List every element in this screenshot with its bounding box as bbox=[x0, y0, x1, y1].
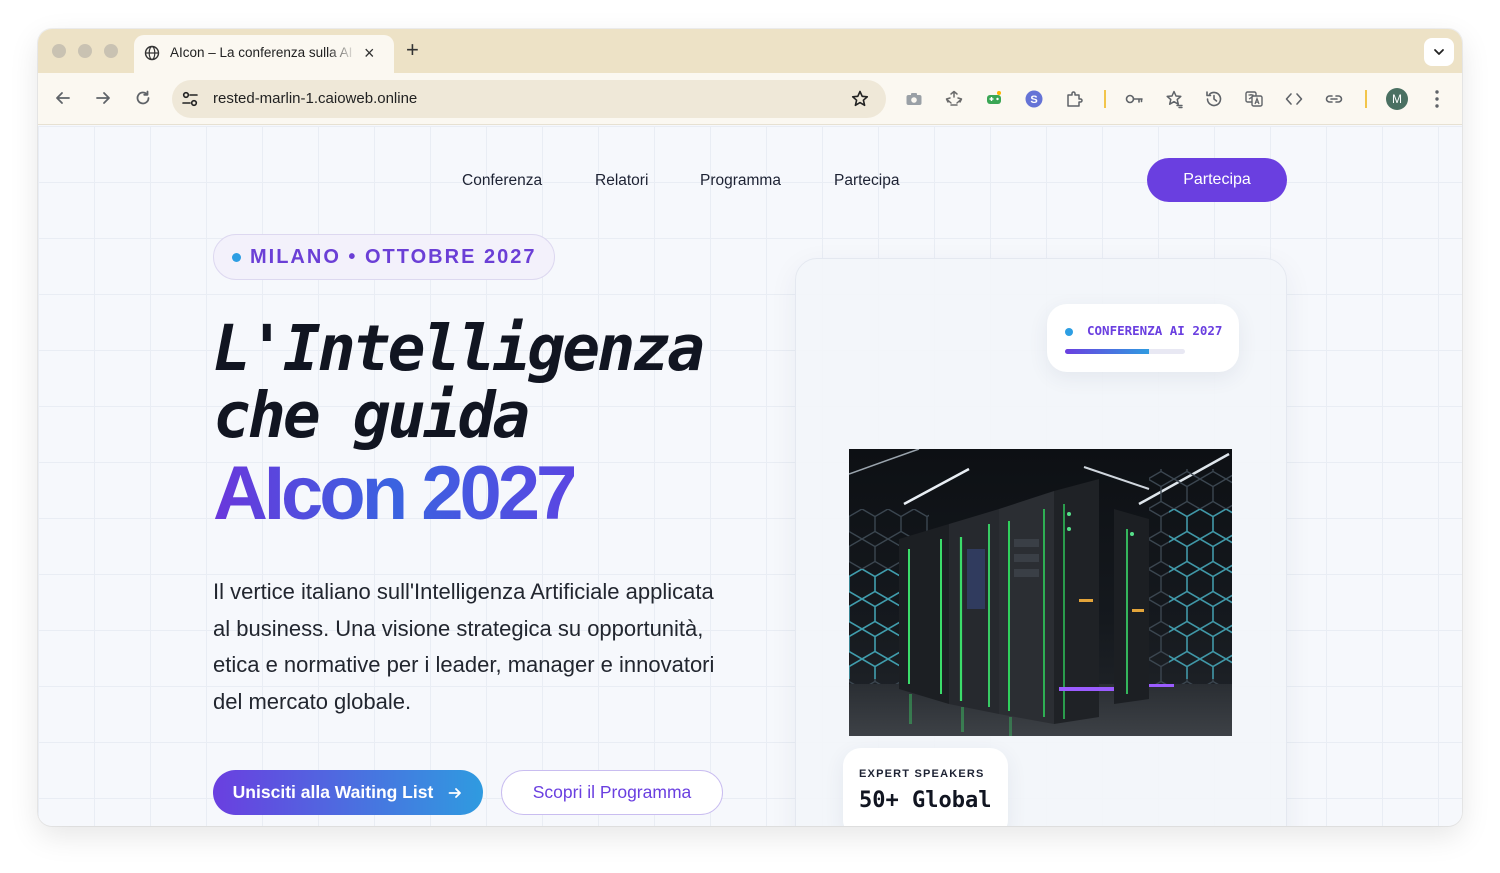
tab-title: AIcon – La conferenza sulla AI bbox=[170, 45, 353, 60]
tab-search-button[interactable] bbox=[1424, 38, 1454, 66]
translate-button[interactable] bbox=[1244, 89, 1264, 109]
s-badge-icon: S bbox=[1025, 90, 1043, 108]
event-location-date: MILANO • OTTOBRE 2027 bbox=[250, 245, 537, 268]
toolbar-separator bbox=[1104, 90, 1106, 108]
reading-list-button[interactable] bbox=[1164, 89, 1184, 109]
recycle-icon bbox=[945, 90, 963, 106]
browser-toolbar: rested-marlin-1.caioweb.online S M bbox=[38, 73, 1462, 125]
chip-progress-bar bbox=[1065, 349, 1185, 354]
site-settings-icon[interactable] bbox=[181, 90, 199, 108]
speakers-stat-card: EXPERT SPEAKERS 50+ Global bbox=[843, 748, 1008, 826]
globe-icon bbox=[144, 45, 160, 61]
nav-link-relatori[interactable]: Relatori bbox=[595, 172, 648, 190]
window-zoom-button[interactable] bbox=[104, 44, 118, 58]
chip-label: CONFERENZA AI 2027 bbox=[1087, 323, 1223, 338]
link-icon bbox=[1325, 95, 1343, 103]
bookmark-star-icon[interactable] bbox=[850, 89, 870, 109]
address-bar[interactable]: rested-marlin-1.caioweb.online bbox=[172, 80, 886, 118]
toolbar-separator bbox=[1365, 90, 1367, 108]
chip-dot bbox=[1065, 328, 1073, 336]
event-eyebrow-pill: MILANO • OTTOBRE 2027 bbox=[213, 234, 555, 280]
new-tab-button[interactable]: + bbox=[406, 38, 419, 62]
devtools-button[interactable] bbox=[1284, 89, 1304, 109]
forward-button[interactable] bbox=[92, 87, 114, 109]
recycle-extension-button[interactable] bbox=[944, 89, 964, 109]
hero-title-brand: AIcon 2027 bbox=[213, 451, 578, 536]
arrow-right-icon bbox=[448, 787, 462, 798]
nav-link-conferenza[interactable]: Conferenza bbox=[462, 172, 542, 190]
chip-progress-fill bbox=[1065, 349, 1149, 354]
s-badge-letter: S bbox=[1030, 94, 1037, 106]
history-icon bbox=[1206, 91, 1222, 107]
puzzle-icon bbox=[1067, 91, 1083, 107]
screenshot-extension-button[interactable] bbox=[904, 89, 924, 109]
browser-tab[interactable]: AIcon – La conferenza sulla AI × bbox=[134, 35, 394, 73]
reload-button[interactable] bbox=[132, 87, 154, 109]
chevron-down-icon bbox=[1434, 49, 1444, 55]
key-icon bbox=[1125, 94, 1143, 104]
arrow-right-icon bbox=[96, 92, 110, 104]
more-menu-icon[interactable] bbox=[1430, 88, 1444, 110]
stat-value: 50+ Global bbox=[859, 788, 992, 813]
password-manager-button[interactable] bbox=[1124, 89, 1144, 109]
gamepad-icon bbox=[987, 91, 1001, 104]
window-minimize-button[interactable] bbox=[78, 44, 92, 58]
tab-close-icon[interactable]: × bbox=[364, 43, 375, 63]
arrow-left-icon bbox=[56, 92, 70, 104]
conference-chip: CONFERENZA AI 2027 bbox=[1047, 304, 1239, 372]
waiting-list-button[interactable]: Unisciti alla Waiting List bbox=[213, 770, 483, 815]
program-button[interactable]: Scopri il Programma bbox=[501, 770, 723, 815]
reload-icon bbox=[136, 90, 150, 105]
profile-avatar[interactable]: M bbox=[1386, 88, 1408, 110]
green-extension-button[interactable] bbox=[984, 89, 1004, 109]
extensions-button[interactable] bbox=[1064, 89, 1084, 109]
translate-icon bbox=[1245, 91, 1263, 107]
nav-link-partecipa[interactable]: Partecipa bbox=[834, 172, 899, 190]
pill-dot bbox=[232, 252, 241, 262]
camera-icon bbox=[906, 93, 922, 105]
nav-partecipa-button[interactable]: Partecipa bbox=[1147, 158, 1287, 202]
hero-title-line-2: che guida bbox=[213, 379, 530, 452]
waiting-list-button-label: Unisciti alla Waiting List bbox=[232, 782, 434, 802]
browser-window: AIcon – La conferenza sulla AI × + reste… bbox=[38, 29, 1462, 826]
copy-link-button[interactable] bbox=[1324, 89, 1344, 109]
history-button[interactable] bbox=[1204, 89, 1224, 109]
web-page: Conferenza Relatori Programma Partecipa … bbox=[38, 126, 1462, 826]
tab-strip: AIcon – La conferenza sulla AI × + bbox=[38, 29, 1462, 73]
s-extension-button[interactable]: S bbox=[1024, 89, 1044, 109]
hero-title-line-1: L'Intelligenza bbox=[213, 312, 705, 385]
window-close-button[interactable] bbox=[52, 44, 66, 58]
stat-label: EXPERT SPEAKERS bbox=[859, 768, 985, 780]
server-racks-image bbox=[849, 449, 1232, 736]
code-icon bbox=[1285, 93, 1303, 105]
star-list-icon bbox=[1166, 90, 1183, 109]
hero-description: Il vertice italiano sull'Intelligenza Ar… bbox=[213, 579, 715, 714]
nav-link-programma[interactable]: Programma bbox=[700, 172, 781, 190]
back-button[interactable] bbox=[52, 87, 74, 109]
url-text[interactable]: rested-marlin-1.caioweb.online bbox=[213, 90, 417, 107]
